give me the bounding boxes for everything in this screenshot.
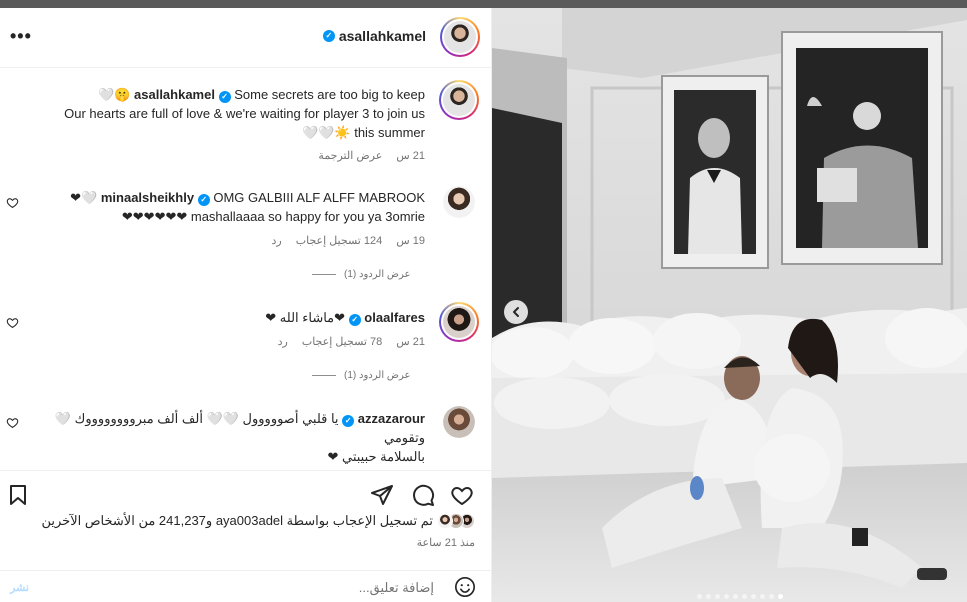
comment-meta: 19 س 124 تسجيل إعجاب رد [272, 234, 425, 247]
verified-badge-icon: ✓ [348, 314, 361, 326]
carousel-indicator [697, 594, 783, 599]
comment-time[interactable]: 21 س [396, 335, 425, 348]
comment-line-2: mashallaaaa so happy for you ya 3omrie ❤… [121, 209, 425, 224]
carousel-dot [697, 594, 702, 599]
comment-username[interactable]: minaalsheikhly [101, 190, 194, 205]
verified-badge-icon: ✓ [342, 415, 355, 427]
comment-avatar[interactable] [443, 406, 475, 438]
more-horizontal-icon[interactable]: ••• [10, 26, 32, 47]
carousel-dot [751, 594, 756, 599]
like-comment-heart-icon[interactable] [6, 416, 19, 429]
post-header: ••• ✓ asallahkamel [0, 8, 492, 68]
carousel-dot [733, 594, 738, 599]
comment-meta: 21 س 78 تسجيل إعجاب رد [278, 335, 425, 348]
post-photo[interactable] [492, 8, 967, 602]
caption-meta: 21 س عرض الترجمة [318, 149, 425, 162]
carousel-dot [715, 594, 720, 599]
carousel-dot [706, 594, 711, 599]
comment-text: minaalsheikhly ✓ OMG GALBIII ALF ALFF MA… [25, 188, 425, 226]
carousel-dot [760, 594, 765, 599]
post-side-panel: ••• ✓ asallahkamel asallahkamel ✓ Some s… [0, 8, 492, 602]
chevron-left-icon [513, 307, 519, 317]
emoji-smiley-icon[interactable] [454, 576, 476, 598]
comment-likes-count[interactable]: 78 تسجيل إعجاب [302, 335, 382, 348]
comment-likes-count[interactable]: 124 تسجيل إعجاب [296, 234, 383, 247]
like-heart-icon[interactable] [450, 483, 474, 507]
view-replies-button[interactable]: عرض الردود (1) [312, 269, 410, 280]
see-translation-link[interactable]: عرض الترجمة [318, 149, 382, 162]
verified-badge-icon: ✓ [218, 91, 231, 103]
likes-text[interactable]: تم تسجيل الإعجاب بواسطة aya003adel و241,… [41, 513, 433, 529]
add-comment-bar: إضافة تعليق... نشر [0, 570, 492, 602]
likes-summary[interactable]: تم تسجيل الإعجاب بواسطة aya003adel و241,… [41, 513, 475, 529]
view-replies-button[interactable]: عرض الردود (1) [312, 370, 410, 381]
comment-username[interactable]: azzazarour [358, 411, 425, 426]
comment-text: olaalfares ✓ ❤ماشاء الله ❤ [25, 308, 425, 327]
photo-scene [492, 8, 967, 602]
caption-avatar[interactable] [439, 80, 479, 120]
caption-time[interactable]: 21 س [396, 149, 425, 162]
caption-username[interactable]: asallahkamel [134, 87, 215, 102]
reply-button[interactable]: رد [278, 335, 288, 348]
replies-divider [312, 375, 336, 376]
post-time-ago: منذ 21 ساعة [416, 537, 475, 549]
header-avatar[interactable] [440, 17, 480, 57]
previous-slide-button[interactable] [504, 300, 528, 324]
reply-button[interactable]: رد [272, 234, 282, 247]
carousel-dot [778, 594, 783, 599]
caption-line-3: this summer ☀️🤍🤍 [302, 125, 425, 140]
comment-text: azzazarour ✓ يا قلبي أصووووول 🤍🤍 ألف ألف… [15, 409, 425, 466]
header-username-text[interactable]: asallahkamel [339, 28, 426, 44]
carousel-dot [742, 594, 747, 599]
view-replies-label[interactable]: عرض الردود (1) [344, 370, 410, 381]
caption-text: asallahkamel ✓ Some secrets are too big … [5, 85, 425, 142]
comment-line-2: بالسلامة حبيبتي ❤ [327, 449, 425, 464]
verified-badge-icon: ✓ [197, 194, 210, 206]
verified-badge-icon: ✓ [322, 30, 335, 42]
replies-divider [312, 274, 336, 275]
like-comment-heart-icon[interactable] [6, 196, 19, 209]
carousel-dot [769, 594, 774, 599]
view-replies-label[interactable]: عرض الردود (1) [344, 269, 410, 280]
like-comment-heart-icon[interactable] [6, 316, 19, 329]
header-username[interactable]: ✓ asallahkamel [322, 28, 426, 44]
post-action-bar [0, 470, 492, 510]
comment-avatar[interactable] [443, 186, 475, 218]
comment-bubble-icon[interactable] [411, 483, 435, 507]
comment-time[interactable]: 19 س [396, 234, 425, 247]
browser-top-strip [0, 0, 967, 8]
liker-avatar [437, 513, 453, 529]
caption-line-2: Our hearts are full of love & we're wait… [64, 106, 425, 121]
post-comment-button[interactable]: نشر [10, 581, 29, 594]
add-comment-input[interactable]: إضافة تعليق... [359, 580, 434, 596]
comment-username[interactable]: olaalfares [364, 310, 425, 325]
carousel-dot [724, 594, 729, 599]
save-bookmark-icon[interactable] [6, 483, 30, 507]
comment-line-1: ❤ماشاء الله ❤ [265, 310, 346, 325]
comment-avatar[interactable] [439, 302, 479, 342]
liker-avatars [437, 513, 475, 529]
share-send-icon[interactable] [370, 483, 394, 507]
